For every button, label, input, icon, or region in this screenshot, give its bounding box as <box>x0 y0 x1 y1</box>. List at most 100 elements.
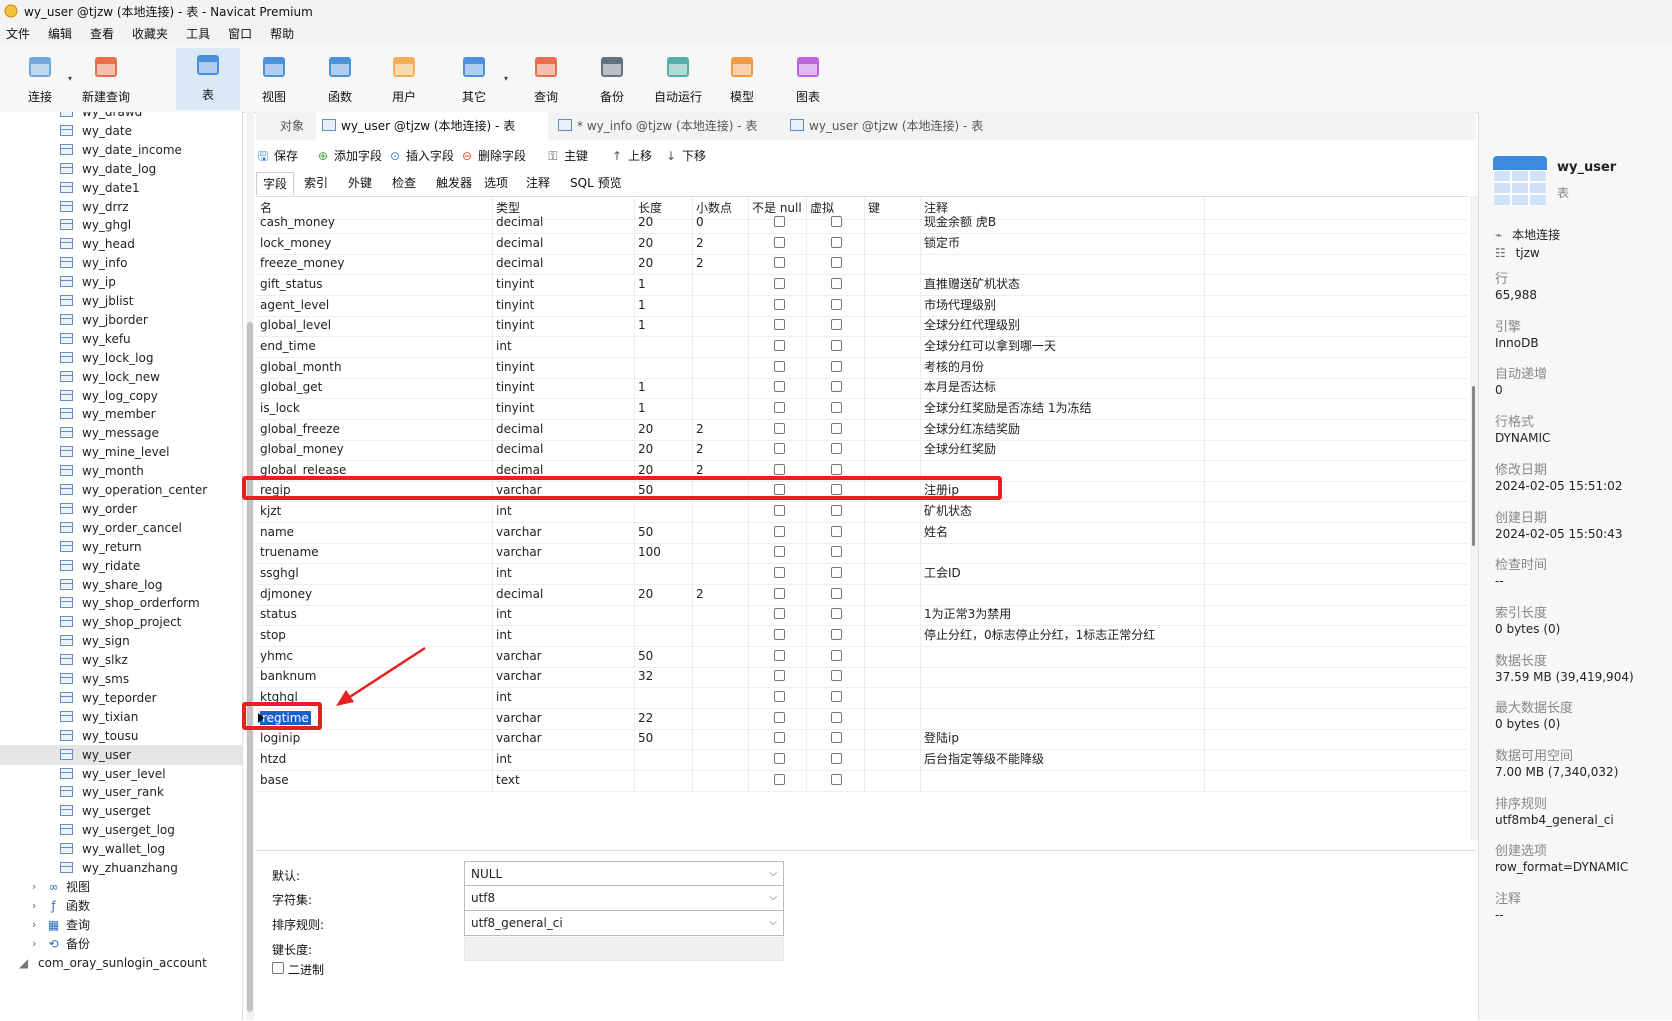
field-name-cell[interactable]: end_time <box>260 335 316 357</box>
field-name-cell[interactable]: gift_status <box>260 273 323 295</box>
not-null-checkbox[interactable] <box>774 567 785 579</box>
charset-select[interactable]: utf8 ⌵ <box>464 885 784 911</box>
field-row[interactable]: global_freeze decimal 20 2 全球分红冻结奖励 <box>256 417 1468 441</box>
field-length-cell[interactable]: 20 <box>638 438 653 460</box>
field-name-cell[interactable]: ssghgl <box>260 562 299 584</box>
not-null-checkbox[interactable] <box>774 525 785 537</box>
field-length-cell[interactable]: 22 <box>638 707 653 729</box>
field-comment-cell[interactable]: 锁定币 <box>924 232 960 254</box>
field-type-cell[interactable]: text <box>496 769 520 791</box>
field-row[interactable]: lock_money decimal 20 2 锁定币 <box>256 231 1468 255</box>
virtual-checkbox[interactable] <box>831 711 842 723</box>
field-name-cell[interactable]: cash_money <box>260 211 335 233</box>
field-comment-cell[interactable]: 矿机状态 <box>924 500 972 522</box>
tree-table-item[interactable]: wy_jblist <box>0 291 242 311</box>
field-row[interactable]: ssghgl int 工会ID <box>256 562 1468 586</box>
field-name-cell[interactable]: stop <box>260 624 286 646</box>
tree-table-item[interactable]: wy_teporder <box>0 688 242 708</box>
field-decimal-cell[interactable]: 0 <box>696 211 704 233</box>
tree-table-item[interactable]: wy_date_log <box>0 159 242 179</box>
virtual-checkbox[interactable] <box>831 505 842 517</box>
tree-scrollbar-thumb[interactable] <box>247 322 253 1012</box>
virtual-checkbox[interactable] <box>831 236 842 248</box>
field-name-cell[interactable]: global_month <box>260 356 342 378</box>
field-row[interactable]: djmoney decimal 20 2 <box>256 582 1468 606</box>
field-row[interactable]: htzd int 后台指定等级不能降级 <box>256 747 1468 771</box>
field-row[interactable]: ktghgl int <box>256 685 1468 709</box>
field-type-cell[interactable]: decimal <box>496 418 543 440</box>
collation-select[interactable]: utf8_general_ci ⌵ <box>464 910 784 936</box>
virtual-checkbox[interactable] <box>831 773 842 785</box>
virtual-checkbox[interactable] <box>831 732 842 744</box>
field-name-cell[interactable]: status <box>260 603 297 625</box>
field-type-cell[interactable]: int <box>496 335 512 357</box>
toolbar-connection-button[interactable]: 连接 <box>8 50 72 108</box>
insert-field-button[interactable]: ⊙ 插入字段 <box>388 146 454 166</box>
field-type-cell[interactable]: int <box>496 562 512 584</box>
field-comment-cell[interactable]: 登陆ip <box>924 727 959 749</box>
tree-table-item[interactable]: wy_info <box>0 253 242 273</box>
virtual-checkbox[interactable] <box>831 649 842 661</box>
field-type-cell[interactable]: tinyint <box>496 376 534 398</box>
add-field-button[interactable]: ⊕ 添加字段 <box>316 146 382 166</box>
virtual-checkbox[interactable] <box>831 525 842 537</box>
toolbar-model-button[interactable]: 模型 <box>710 50 774 108</box>
field-type-cell[interactable]: int <box>496 748 512 770</box>
field-name-cell[interactable]: base <box>260 769 289 791</box>
not-null-checkbox[interactable] <box>774 319 785 331</box>
toolbar-query-button[interactable]: 查询 <box>514 50 578 108</box>
grid-scrollbar-thumb[interactable] <box>1472 386 1475 546</box>
tree-table-item[interactable]: wy_member <box>0 404 242 424</box>
field-type-cell[interactable]: tinyint <box>496 397 534 419</box>
toolbar-function-button[interactable]: 函数 <box>308 50 372 108</box>
field-type-cell[interactable]: int <box>496 624 512 646</box>
virtual-checkbox[interactable] <box>831 670 842 682</box>
menu-item-6[interactable]: 帮助 <box>264 25 306 42</box>
field-row[interactable]: loginip varchar 50 登陆ip <box>256 727 1468 751</box>
not-null-checkbox[interactable] <box>774 629 785 640</box>
field-row[interactable]: gift_status tinyint 1 直推赠送矿机状态 <box>256 272 1468 296</box>
virtual-checkbox[interactable] <box>831 298 842 310</box>
tree-table-item[interactable]: wy_ridate <box>0 556 242 576</box>
field-type-cell[interactable]: varchar <box>496 645 542 667</box>
chevron-right-icon[interactable]: › <box>32 896 36 916</box>
not-null-checkbox[interactable] <box>774 690 785 702</box>
field-decimal-cell[interactable]: 2 <box>696 232 704 254</box>
arrow-up-field-button[interactable]: ↑ 上移 <box>610 146 652 166</box>
tree-table-item[interactable]: wy_sign <box>0 631 242 651</box>
tree-table-item[interactable]: wy_kefu <box>0 329 242 349</box>
toolbar-view-button[interactable]: 视图 <box>242 50 306 108</box>
tree-group-query[interactable]: › ▦ 查询 <box>0 915 242 935</box>
field-row[interactable]: regtime varchar 22 <box>256 706 1468 730</box>
not-null-checkbox[interactable] <box>774 711 785 723</box>
tree-table-item[interactable]: wy_head <box>0 234 242 254</box>
delete-field-button[interactable]: ⊖ 删除字段 <box>460 146 526 166</box>
field-row[interactable]: agent_level tinyint 1 市场代理级别 <box>256 293 1468 317</box>
field-decimal-cell[interactable]: 2 <box>696 418 704 440</box>
subtab-3[interactable]: 检查 <box>386 172 422 194</box>
save-field-button[interactable]: 🖫 保存 <box>256 146 298 166</box>
virtual-checkbox[interactable] <box>831 443 842 455</box>
field-row[interactable]: yhmc varchar 50 <box>256 644 1468 668</box>
not-null-checkbox[interactable] <box>774 608 785 620</box>
menu-item-1[interactable]: 编辑 <box>42 25 84 42</box>
field-type-cell[interactable]: varchar <box>496 521 542 543</box>
virtual-checkbox[interactable] <box>831 587 842 599</box>
virtual-checkbox[interactable] <box>831 401 842 413</box>
field-type-cell[interactable]: decimal <box>496 252 543 274</box>
virtual-checkbox[interactable] <box>831 339 842 351</box>
tree-table-item[interactable]: wy_return <box>0 537 242 557</box>
field-comment-cell[interactable]: 现金余额 虎B <box>924 211 996 233</box>
not-null-checkbox[interactable] <box>774 236 785 248</box>
tree-table-item[interactable]: wy_wallet_log <box>0 839 242 859</box>
virtual-checkbox[interactable] <box>831 608 842 620</box>
not-null-checkbox[interactable] <box>774 670 785 682</box>
field-type-cell[interactable]: varchar <box>496 541 542 563</box>
field-type-cell[interactable]: int <box>496 603 512 625</box>
tab-2[interactable]: * wy_info @tjzw (本地连接) - 表 <box>552 112 780 140</box>
field-name-cell[interactable]: global_level <box>260 314 331 336</box>
field-comment-cell[interactable]: 全球分红可以拿到哪一天 <box>924 335 1056 357</box>
not-null-checkbox[interactable] <box>774 360 785 372</box>
virtual-checkbox[interactable] <box>831 690 842 702</box>
key-field-button[interactable]: ⚿ 主键 <box>546 146 588 166</box>
